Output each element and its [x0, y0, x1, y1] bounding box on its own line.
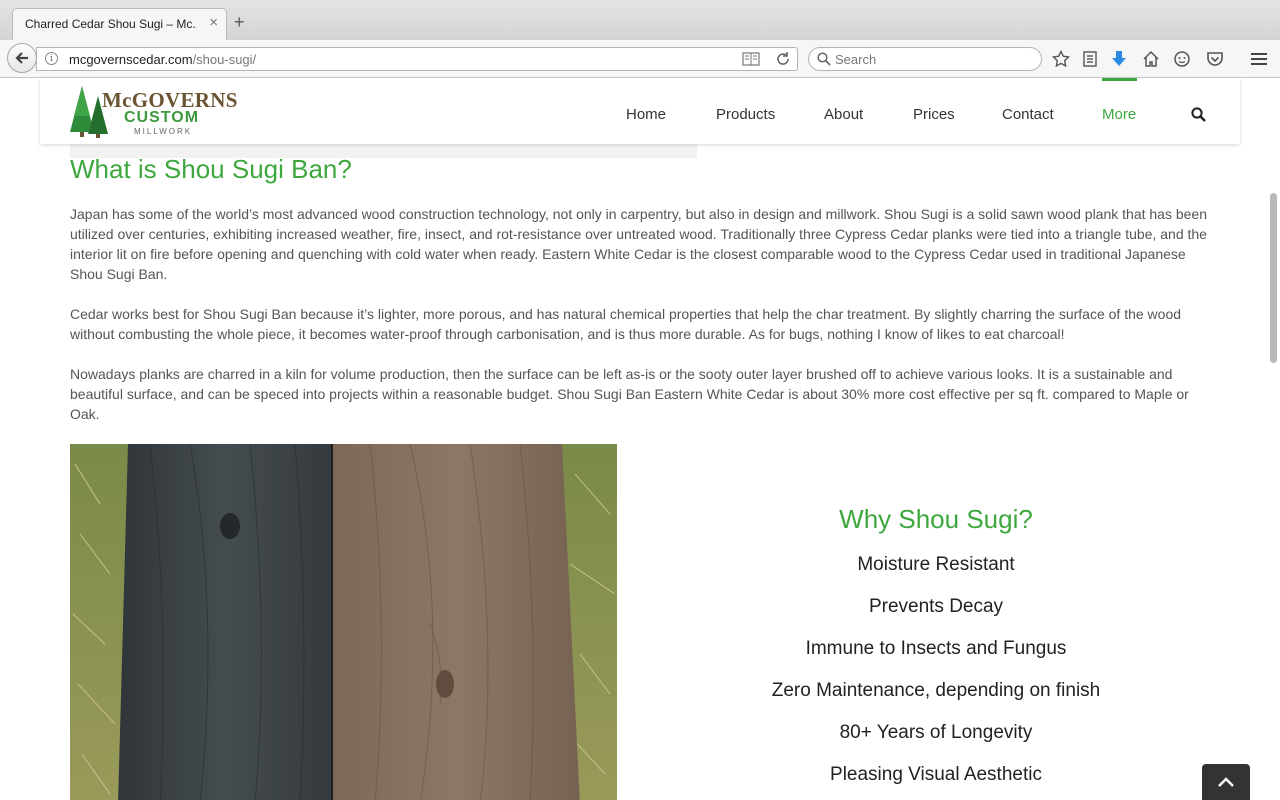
- logo-subtitle: CUSTOM: [124, 109, 200, 126]
- menu-hamburger-icon[interactable]: [1250, 50, 1268, 73]
- back-arrow-icon: [15, 52, 28, 64]
- why-item: 80+ Years of Longevity: [839, 722, 1033, 743]
- downloads-icon[interactable]: [1111, 50, 1127, 73]
- paragraph-intro: Japan has some of the world’s most advan…: [70, 206, 1207, 282]
- page-scrollbar-thumb[interactable]: [1270, 193, 1277, 363]
- site-header: McGOVERNS CUSTOM MILLWORK Home Products …: [40, 78, 1240, 144]
- why-item: Zero Maintenance, depending on finish: [771, 680, 1101, 701]
- bookmarks-list-icon[interactable]: [1082, 50, 1098, 73]
- nav-about[interactable]: About: [824, 106, 863, 123]
- paragraph-nowadays: Nowadays planks are charred in a kiln fo…: [70, 366, 1189, 422]
- paragraph-cedar: Cedar works best for Shou Sugi Ban becau…: [70, 306, 1182, 342]
- pocket-icon[interactable]: [1206, 50, 1224, 73]
- info-icon[interactable]: i: [45, 52, 58, 65]
- reader-view-icon[interactable]: [742, 52, 760, 71]
- browser-search-box[interactable]: [808, 47, 1042, 71]
- url-path: /shou-sugi/: [192, 52, 257, 67]
- nav-prices[interactable]: Prices: [913, 106, 955, 123]
- url-domain: mcgovernscedar.com: [69, 52, 193, 67]
- home-icon[interactable]: [1142, 50, 1160, 73]
- reload-icon[interactable]: [775, 51, 791, 72]
- nav-home[interactable]: Home: [626, 106, 666, 123]
- new-tab-button[interactable]: +: [234, 13, 245, 31]
- page-scrollbar-track[interactable]: [1268, 78, 1280, 800]
- back-button[interactable]: [7, 43, 37, 73]
- nav-active-indicator: [1102, 78, 1137, 81]
- logo-tagline: MILLWORK: [134, 127, 193, 136]
- site-logo[interactable]: McGOVERNS CUSTOM MILLWORK: [68, 82, 238, 138]
- chevron-up-icon: [1218, 777, 1234, 787]
- why-shou-sugi-heading: Why Shou Sugi?: [839, 504, 1033, 534]
- why-item: Immune to Insects and Fungus: [805, 638, 1067, 659]
- charred-cedar-planks-photo: [70, 444, 617, 800]
- hello-chat-icon[interactable]: [1173, 50, 1191, 73]
- nav-products[interactable]: Products: [716, 106, 775, 123]
- url-text[interactable]: mcgovernscedar.com/shou-sugi/: [69, 52, 256, 67]
- why-item: Prevents Decay: [868, 596, 1004, 617]
- address-bar[interactable]: i mcgovernscedar.com/shou-sugi/: [36, 47, 798, 71]
- bookmark-star-icon[interactable]: [1052, 49, 1070, 73]
- browser-tab[interactable]: Charred Cedar Shou Sugi – Mc... ×: [12, 8, 227, 40]
- browser-search-input[interactable]: [835, 51, 1031, 67]
- why-item: Pleasing Visual Aesthetic: [830, 764, 1042, 785]
- site-search-icon[interactable]: [1191, 107, 1206, 127]
- search-icon: [817, 52, 831, 71]
- browser-toolbar: i mcgovernscedar.com/shou-sugi/: [0, 40, 1280, 78]
- tab-close-icon[interactable]: ×: [209, 15, 218, 31]
- tab-title: Charred Cedar Shou Sugi – Mc...: [25, 17, 197, 31]
- nav-more[interactable]: More: [1102, 106, 1136, 123]
- web-page: McGOVERNS CUSTOM MILLWORK Home Products …: [0, 78, 1280, 800]
- browser-tab-bar: Charred Cedar Shou Sugi – Mc... × +: [0, 0, 1280, 40]
- why-item: Moisture Resistant: [857, 554, 1015, 575]
- scroll-to-top-button[interactable]: [1202, 764, 1250, 800]
- nav-contact[interactable]: Contact: [1002, 106, 1054, 123]
- section-heading: What is Shou Sugi Ban?: [70, 154, 352, 184]
